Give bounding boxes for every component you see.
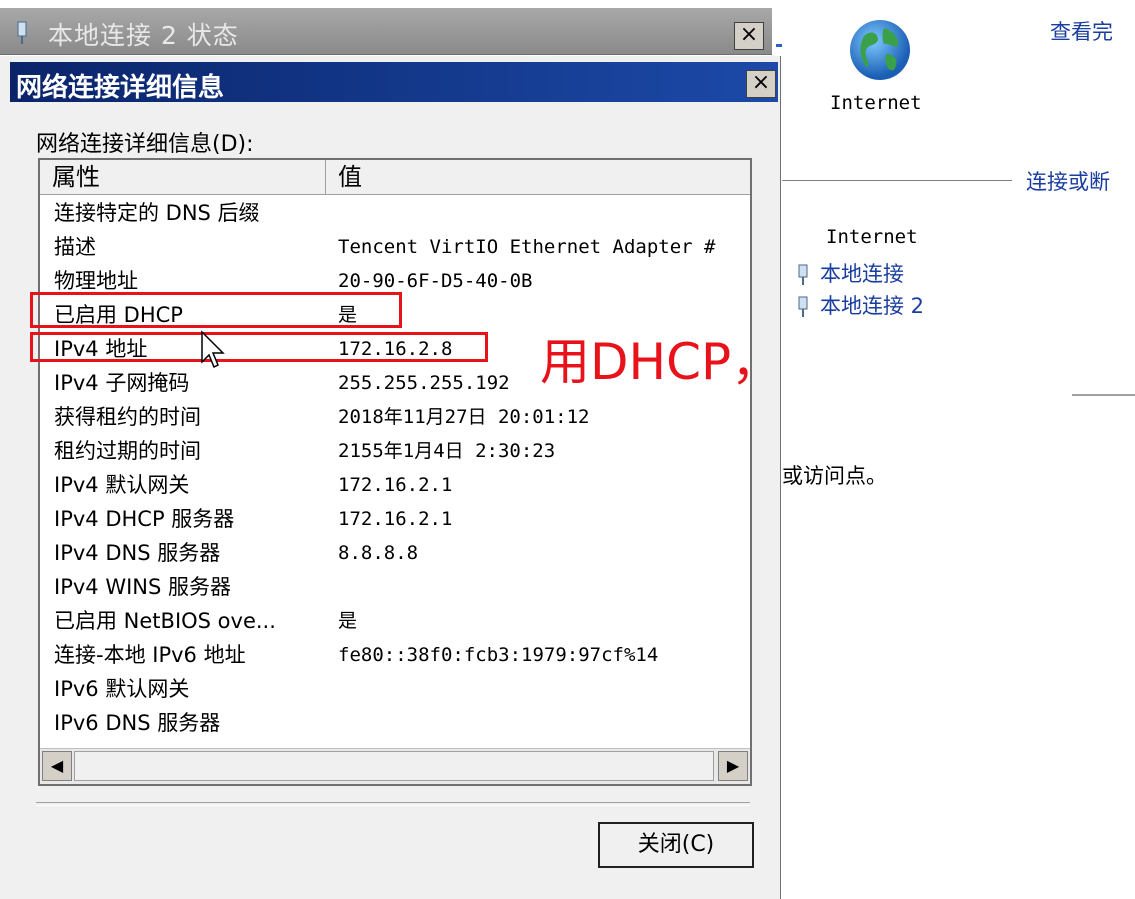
connect-disconnect-link[interactable]: 连接或断 <box>1026 166 1110 196</box>
access-point-text: 或访问点。 <box>782 464 887 488</box>
network-adapter-icon <box>796 264 810 286</box>
row-property: 描述 <box>54 235 96 259</box>
column-header-value[interactable]: 值 <box>326 160 750 194</box>
section-divider <box>782 180 1012 181</box>
row-property: 已启用 NetBIOS ove... <box>54 609 276 633</box>
row-property: IPv6 DNS 服务器 <box>54 711 221 735</box>
row-property: IPv4 DNS 服务器 <box>54 541 221 565</box>
table-row[interactable]: 已启用 NetBIOS ove... 是 <box>40 604 750 638</box>
row-property: 租约过期的时间 <box>54 439 201 463</box>
scrollbar-thumb[interactable] <box>74 751 714 781</box>
row-value: 2155年1月4日 2:30:23 <box>338 440 556 462</box>
network-adapter-icon <box>14 20 30 50</box>
listview-header: 属性 值 <box>40 160 750 195</box>
row-value: fe80::38f0:fcb3:1979:97cf%14 <box>338 644 659 666</box>
details-list-label: 网络连接详细信息(D): <box>36 132 254 157</box>
row-property: IPv4 WINS 服务器 <box>54 575 231 599</box>
table-row[interactable]: 连接-本地 IPv6 地址 fe80::38f0:fcb3:1979:97cf%… <box>40 638 750 672</box>
horizontal-scrollbar[interactable]: ◀ ▶ <box>40 748 750 784</box>
table-row[interactable]: 连接特定的 DNS 后缀 <box>40 196 750 230</box>
connection-label: 本地连接 <box>820 262 904 286</box>
table-row[interactable]: IPv4 WINS 服务器 <box>40 570 750 604</box>
row-value: 172.16.2.1 <box>338 508 453 530</box>
row-value: 是 <box>338 610 358 632</box>
internet-caption: Internet <box>830 92 922 114</box>
dialog-close-button[interactable]: × <box>746 70 776 98</box>
row-value: 255.255.255.192 <box>338 372 510 394</box>
row-value: Tencent VirtIO Ethernet Adapter # <box>338 236 716 258</box>
table-row[interactable]: IPv4 DHCP 服务器 172.16.2.1 <box>40 502 750 536</box>
ipv4-highlight-box <box>30 332 488 362</box>
row-property: IPv6 默认网关 <box>54 677 190 701</box>
table-row[interactable]: IPv4 DNS 服务器 8.8.8.8 <box>40 536 750 570</box>
mouse-cursor-icon <box>200 330 226 374</box>
table-row[interactable]: IPv6 DNS 服务器 <box>40 706 750 740</box>
details-listview[interactable]: 属性 值 连接特定的 DNS 后缀 描述 Tencent VirtIO Ethe… <box>38 158 752 786</box>
dialog-separator <box>36 802 750 806</box>
row-property: 连接特定的 DNS 后缀 <box>54 201 260 225</box>
row-value: 172.16.2.1 <box>338 474 453 496</box>
scroll-right-button[interactable]: ▶ <box>718 751 748 781</box>
status-window-title: 本地连接 2 状态 <box>48 21 239 50</box>
row-value: 2018年11月27日 20:01:12 <box>338 406 590 428</box>
row-value: 8.8.8.8 <box>338 542 419 564</box>
dhcp-highlight-box <box>30 292 402 328</box>
network-sharing-panel: 查看完 Internet 连接或断 Internet 本地连接 本地连接 2 或… <box>782 0 1135 899</box>
table-row[interactable]: 描述 Tencent VirtIO Ethernet Adapter # <box>40 230 750 264</box>
network-adapter-icon <box>796 296 810 318</box>
view-full-map-link[interactable]: 查看完 <box>1050 16 1113 46</box>
network-details-dialog: 网络连接详细信息 × 网络连接详细信息(D): 属性 值 连接特定的 DNS 后… <box>0 56 781 899</box>
row-property: IPv4 子网掩码 <box>54 371 190 395</box>
connection-link-local[interactable]: 本地连接 <box>796 258 904 288</box>
close-button[interactable]: 关闭(C) <box>598 822 754 868</box>
table-row[interactable]: IPv6 默认网关 <box>40 672 750 706</box>
table-row[interactable]: IPv4 默认网关 172.16.2.1 <box>40 468 750 502</box>
globe-icon <box>848 18 912 86</box>
row-property: 获得租约的时间 <box>54 405 201 429</box>
network-name: Internet <box>826 226 918 248</box>
row-property: IPv4 默认网关 <box>54 473 190 497</box>
status-window-titlebar: 本地连接 2 状态 × <box>0 8 772 55</box>
scroll-left-button[interactable]: ◀ <box>42 751 72 781</box>
table-row[interactable]: 租约过期的时间 2155年1月4日 2:30:23 <box>40 434 750 468</box>
connection-label: 本地连接 2 <box>820 294 925 318</box>
column-header-property[interactable]: 属性 <box>40 160 326 194</box>
connection-link-local-2[interactable]: 本地连接 2 <box>796 290 924 320</box>
status-window-close-button[interactable]: × <box>734 22 764 50</box>
dialog-title: 网络连接详细信息 <box>16 73 225 103</box>
table-row[interactable]: 获得租约的时间 2018年11月27日 20:01:12 <box>40 400 750 434</box>
row-property: IPv4 DHCP 服务器 <box>54 507 235 531</box>
section-divider <box>1072 394 1135 396</box>
dialog-titlebar: 网络连接详细信息 × <box>10 62 778 103</box>
row-property: 连接-本地 IPv6 地址 <box>54 643 246 667</box>
